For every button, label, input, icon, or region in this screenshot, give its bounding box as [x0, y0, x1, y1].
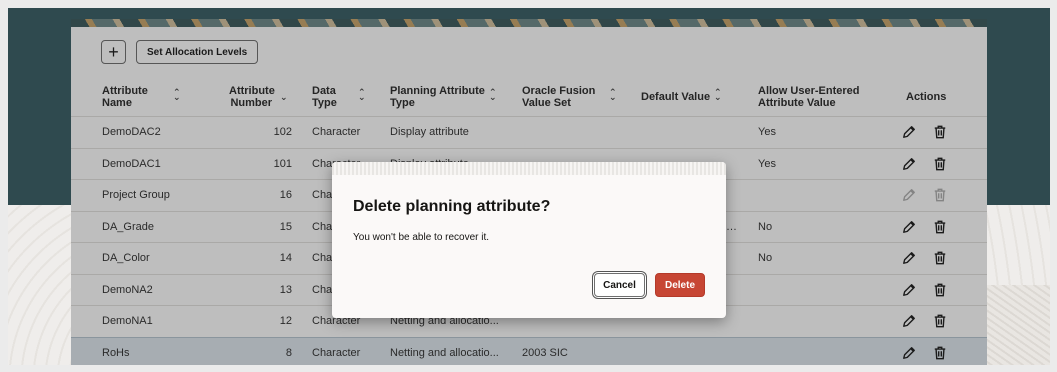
dialog-title: Delete planning attribute?	[353, 198, 551, 215]
cancel-button[interactable]: Cancel	[594, 273, 645, 297]
delete-dialog: Delete planning attribute? You won't be …	[332, 162, 726, 318]
dialog-header-pattern	[332, 162, 726, 175]
app-frame: + Set Allocation Levels Attribute Name ⌃ ⌄ A…	[0, 0, 1057, 372]
dialog-message: You won't be able to recover it.	[353, 232, 490, 243]
delete-button[interactable]: Delete	[655, 273, 705, 297]
